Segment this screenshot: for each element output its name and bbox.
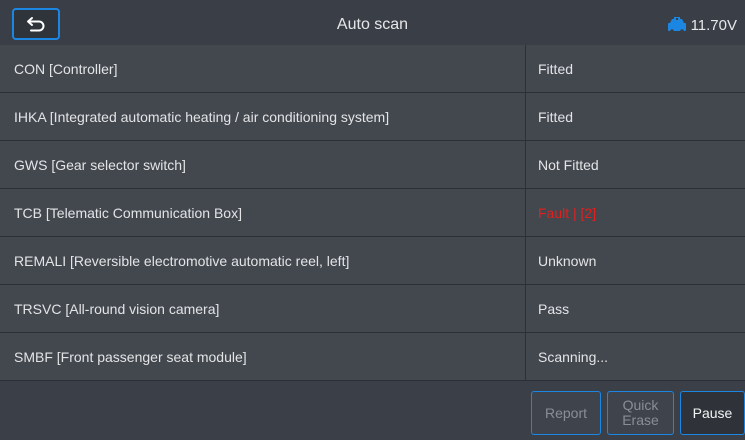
car-battery-icon: [667, 17, 686, 33]
module-status: Unknown: [538, 253, 597, 269]
module-list: CON [Controller] Fitted IHKA [Integrated…: [0, 45, 745, 381]
column-divider: [525, 237, 526, 285]
column-divider: [525, 333, 526, 381]
column-divider: [525, 141, 526, 189]
module-status: Fitted: [538, 61, 574, 77]
quick-erase-button[interactable]: Quick Erase: [607, 391, 674, 435]
column-divider: [525, 285, 526, 333]
auto-scan-screen: Auto scan 11.70V CON [Controller] Fitted…: [0, 0, 745, 440]
module-status-fault: Fault | [2]: [538, 205, 597, 221]
module-name: SMBF [Front passenger seat module]: [14, 349, 247, 365]
module-name: CON [Controller]: [14, 61, 118, 77]
module-status: Pass: [538, 301, 570, 317]
column-divider: [525, 45, 526, 93]
column-divider: [525, 189, 526, 237]
voltage-value: 11.70V: [690, 16, 737, 34]
module-row-tcb[interactable]: TCB [Telematic Communication Box] Fault …: [0, 189, 745, 237]
module-status: Scanning...: [538, 349, 609, 365]
module-name: IHKA [Integrated automatic heating / air…: [14, 109, 390, 125]
page-title: Auto scan: [336, 16, 409, 33]
column-divider: [525, 93, 526, 141]
module-name: TCB [Telematic Communication Box]: [14, 205, 242, 221]
module-row-con[interactable]: CON [Controller] Fitted: [0, 45, 745, 93]
quick-erase-label-line1: Quick: [622, 397, 659, 413]
quick-erase-label-line2: Erase: [622, 412, 659, 428]
module-status: Fitted: [538, 109, 574, 125]
module-name: TRSVC [All-round vision camera]: [14, 301, 220, 317]
module-row-smbf[interactable]: SMBF [Front passenger seat module] Scann…: [0, 333, 745, 381]
module-name: GWS [Gear selector switch]: [14, 157, 186, 173]
header-bar: Auto scan 11.70V: [0, 0, 745, 51]
module-row-gws[interactable]: GWS [Gear selector switch] Not Fitted: [0, 141, 745, 189]
module-row-remali[interactable]: REMALI [Reversible electromotive automat…: [0, 237, 745, 285]
module-row-trsvc[interactable]: TRSVC [All-round vision camera] Pass: [0, 285, 745, 333]
module-status: Not Fitted: [538, 157, 599, 173]
footer-toolbar: Report Quick Erase Pause: [0, 381, 745, 440]
module-name: REMALI [Reversible electromotive automat…: [14, 253, 350, 269]
report-button[interactable]: Report: [531, 391, 601, 435]
back-arrow-icon: [27, 17, 45, 32]
module-row-ihka[interactable]: IHKA [Integrated automatic heating / air…: [0, 93, 745, 141]
battery-voltage: 11.70V: [667, 0, 737, 50]
pause-button[interactable]: Pause: [680, 391, 745, 435]
back-button[interactable]: [12, 8, 60, 40]
